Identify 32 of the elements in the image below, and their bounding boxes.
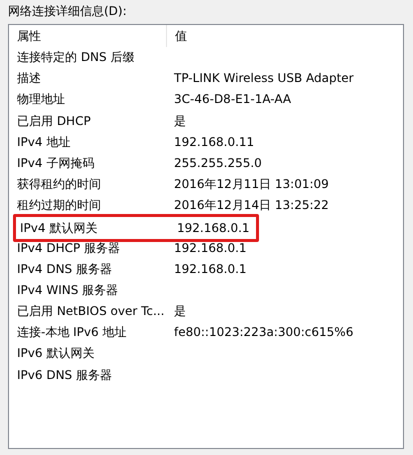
property-cell-text: 描述	[17, 70, 42, 88]
property-cell-text: IPv4 子网掩码	[17, 154, 96, 172]
property-cell-text: 租约过期的时间	[17, 197, 102, 214]
value-cell-text: 192.168.0.1	[174, 240, 247, 256]
property-cell-text: 物理地址	[17, 91, 66, 108]
value-cell-text: TP-LINK Wireless USB Adapter	[174, 70, 354, 88]
value-cell-text: 192.168.0.1	[177, 220, 250, 236]
property-cell-text: IPv4 地址	[17, 134, 72, 151]
property-cell-text: IPv4 默认网关	[20, 220, 98, 236]
column-header[interactable]: 属性	[9, 25, 166, 47]
value-cell-text: 192.168.0.11	[174, 134, 254, 151]
property-cell-text: 连接特定的 DNS 后缀	[17, 49, 136, 66]
property-cell-text: 已启用 DHCP	[17, 112, 92, 130]
property-cell-text: IPv4 DHCP 服务器	[17, 240, 122, 256]
section-label: 网络连接详细信息(D):	[7, 3, 128, 20]
property-cell-text: 获得租约的时间	[17, 176, 102, 194]
details-list[interactable]	[8, 24, 404, 449]
value-cell-text: 2016年12月14日 13:25:22	[174, 197, 329, 214]
value-cell-text: 255.255.255.0	[174, 154, 262, 172]
value-cell-text: 2016年12月11日 13:01:09	[174, 176, 329, 194]
value-cell-text: fe80::1023:223a:300:c615%6	[174, 324, 354, 342]
value-cell-text: 是	[174, 112, 186, 130]
property-cell-text: 已启用 NetBIOS over Tc...	[17, 303, 166, 320]
property-cell-text: IPv6 DNS 服务器	[17, 366, 113, 384]
value-cell-text: 192.168.0.1	[174, 260, 247, 278]
property-cell-text: IPv4 DNS 服务器	[17, 260, 113, 278]
property-cell-text: 连接-本地 IPv6 地址	[17, 324, 128, 342]
value-cell-text: 是	[174, 303, 186, 320]
property-cell-text: IPv4 WINS 服务器	[17, 282, 120, 299]
value-cell-text: 3C-46-D8-E1-1A-AA	[174, 91, 292, 108]
column-header[interactable]: 值	[166, 25, 403, 47]
property-cell-text: IPv6 默认网关	[17, 345, 96, 362]
